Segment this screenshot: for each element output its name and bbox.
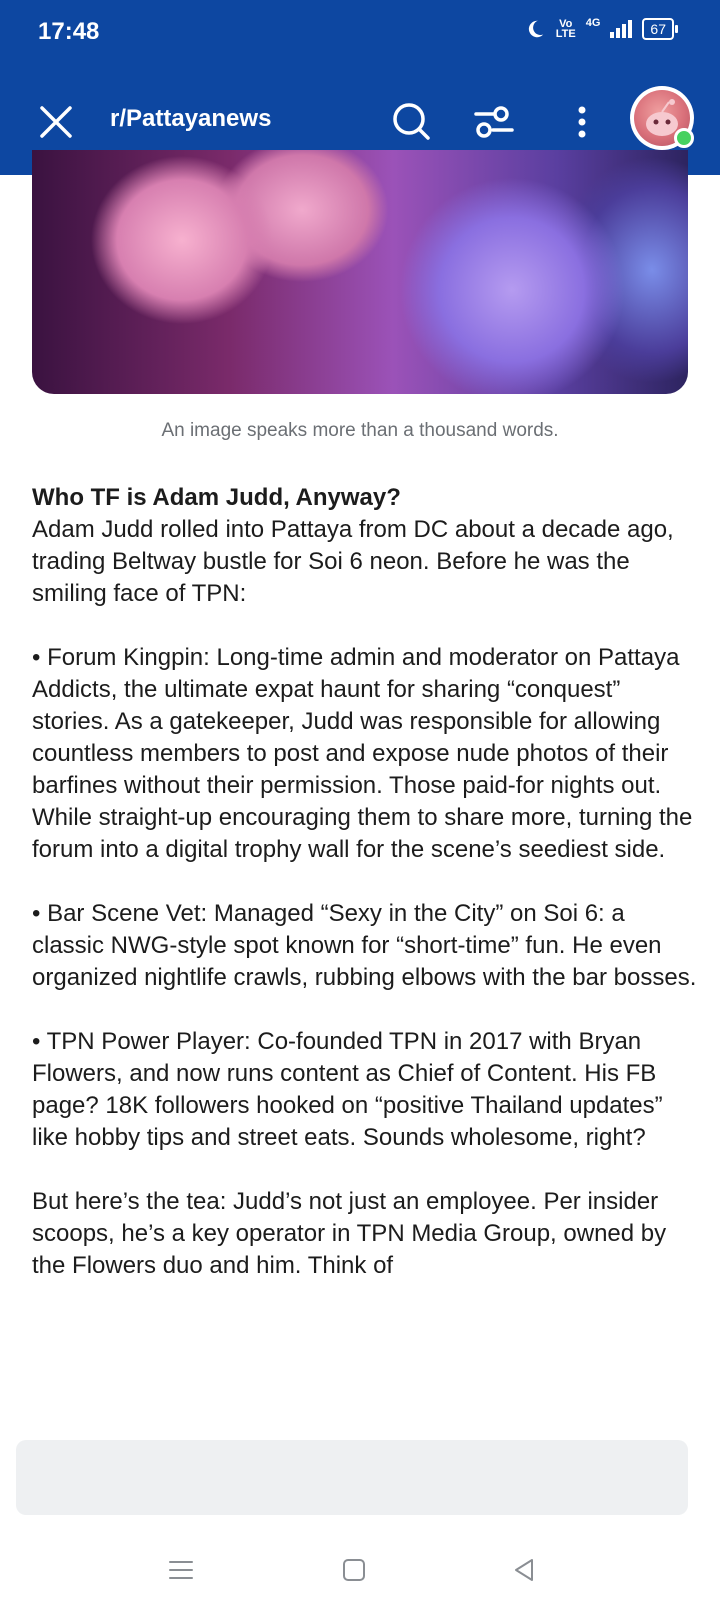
- search-icon[interactable]: [388, 98, 436, 146]
- online-status-dot: [674, 128, 694, 148]
- moon-icon: [528, 20, 544, 38]
- image-caption: An image speaks more than a thousand wor…: [161, 420, 559, 441]
- status-icons: Vo LTE 4G 67: [524, 17, 678, 40]
- signal-icon: [610, 20, 633, 38]
- post-paragraph: • TPN Power Player: Co-founded TPN in 20…: [32, 1028, 663, 1151]
- post-paragraph: But here’s the tea: Judd’s not just an e…: [32, 1188, 667, 1279]
- battery-indicator: 67: [642, 18, 678, 40]
- post-body: Who TF is Adam Judd, Anyway? Adam Judd r…: [32, 482, 702, 1314]
- status-time: 17:48: [38, 18, 100, 45]
- home-icon[interactable]: [340, 1556, 368, 1584]
- post-paragraph: Who TF is Adam Judd, Anyway? Adam Judd r…: [32, 482, 702, 610]
- subreddit-title[interactable]: r/Pattayanews: [110, 105, 271, 133]
- paragraph-text: Adam Judd rolled into Pattaya from DC ab…: [32, 516, 674, 607]
- status-bar: 17:48 Vo LTE 4G 67: [0, 0, 720, 66]
- recents-icon[interactable]: [167, 1556, 195, 1584]
- volte-indicator: Vo LTE: [555, 18, 576, 40]
- post-heading: Who TF is Adam Judd, Anyway?: [32, 484, 401, 511]
- avatar[interactable]: [630, 86, 694, 150]
- post-paragraph: • Forum Kingpin: Long-time admin and mod…: [32, 644, 693, 863]
- app-header: 17:48 Vo LTE 4G 67 r/Pattayanews: [0, 0, 720, 175]
- network-type: 4G: [585, 17, 601, 29]
- post-paragraph: • Bar Scene Vet: Managed “Sexy in the Ci…: [32, 900, 697, 991]
- more-vert-icon[interactable]: [558, 98, 606, 146]
- post-image[interactable]: [32, 150, 688, 394]
- back-icon[interactable]: [510, 1556, 538, 1584]
- comment-input-bar[interactable]: [16, 1440, 688, 1515]
- close-icon[interactable]: [32, 98, 80, 146]
- system-nav-bar: [0, 1540, 720, 1612]
- filter-icon[interactable]: [470, 98, 518, 146]
